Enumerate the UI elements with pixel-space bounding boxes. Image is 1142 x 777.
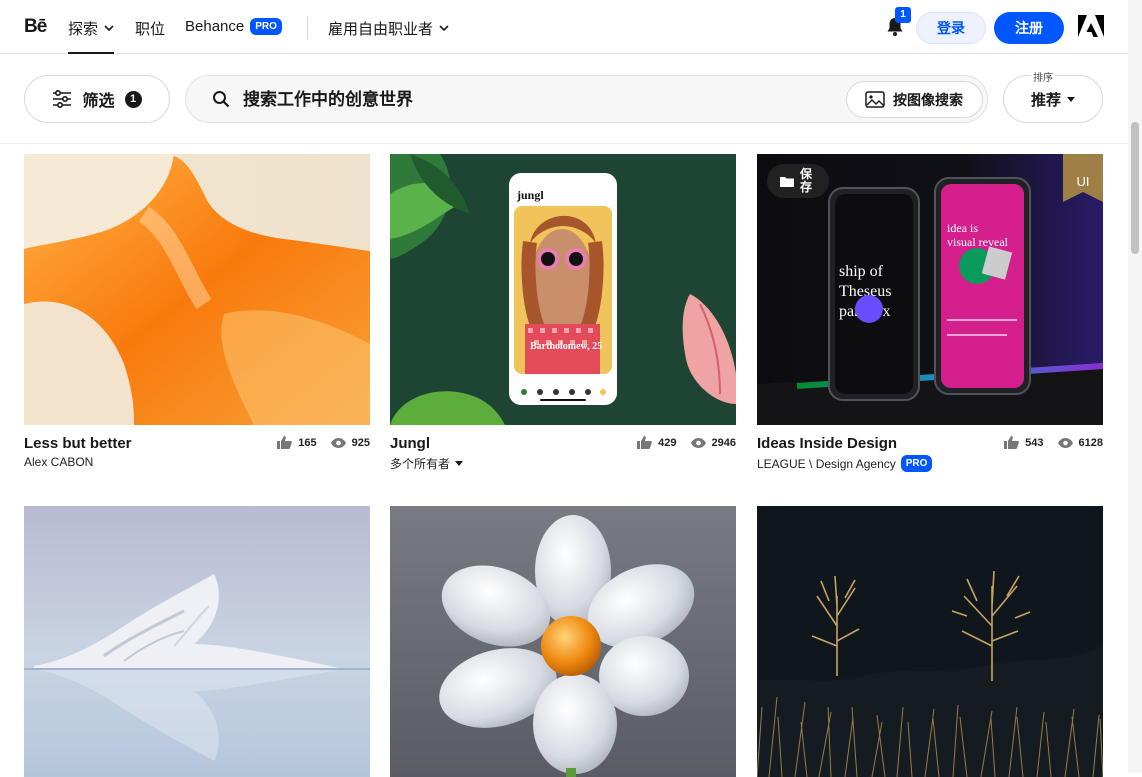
eye-icon	[1057, 437, 1073, 448]
owner-name: Alex CABON	[24, 455, 94, 469]
sliders-icon	[53, 90, 72, 108]
nav-behance-pro[interactable]: Behance PRO	[185, 18, 282, 35]
project-stats: 429 2946	[637, 436, 736, 449]
nav-hire-label: 雇用自由职业者	[328, 21, 434, 38]
phone-brand: jungl	[516, 188, 544, 202]
nav-jobs[interactable]: 职位	[135, 18, 165, 39]
filter-button[interactable]: 筛选 1	[24, 75, 170, 123]
project-stats: 543 6128	[1004, 436, 1103, 449]
adobe-logo-icon[interactable]	[1078, 15, 1104, 37]
notification-badge: 1	[895, 7, 911, 23]
project-stats: 165 925	[277, 436, 370, 449]
caret-down-icon	[1067, 96, 1075, 102]
owner-name: 多个所有者	[390, 457, 451, 471]
view-count: 2946	[711, 436, 736, 449]
owner-name: LEAGUE \ Design Agency	[757, 456, 896, 471]
login-button[interactable]: 登录	[916, 12, 986, 44]
nav-behance-label: Behance	[185, 18, 245, 35]
project-thumbnail[interactable]	[24, 154, 370, 425]
project-owner[interactable]: LEAGUE \ Design Agency PRO	[757, 455, 933, 472]
phone-text-right: idea is	[947, 221, 978, 235]
project-card[interactable]	[757, 506, 1103, 777]
svg-text:visual reveal: visual reveal	[947, 235, 1009, 249]
view-count: 6128	[1078, 436, 1103, 449]
chevron-down-icon	[439, 25, 449, 32]
project-thumbnail[interactable]	[390, 506, 736, 777]
project-card[interactable]	[24, 506, 370, 777]
thumbs-up-icon	[637, 436, 653, 449]
project-title[interactable]: Jungl	[390, 435, 430, 452]
eye-icon	[690, 437, 706, 448]
iceberg-image	[24, 506, 370, 777]
top-nav: Bē 探索 职位 Behance PRO 雇用自由职业者 1 登录 注册	[0, 0, 1128, 54]
nav-explore[interactable]: 探索	[68, 18, 115, 54]
dry-trees-image	[757, 506, 1103, 777]
nav-hire-freelancers[interactable]: 雇用自由职业者	[328, 18, 449, 39]
thumbs-up-icon	[277, 436, 293, 449]
inflatable-flower-image	[390, 506, 736, 777]
filter-count-badge: 1	[124, 90, 142, 108]
pro-badge: PRO	[250, 18, 282, 35]
phone-text-left: ship of	[839, 263, 884, 280]
nav-explore-label: 探索	[68, 21, 99, 38]
project-owners-dropdown[interactable]: 多个所有者	[390, 455, 464, 472]
ui-tag-label: UI	[1077, 174, 1090, 189]
save-label: 保存	[800, 167, 813, 194]
project-thumbnail[interactable]	[24, 506, 370, 777]
page-scrollbar[interactable]	[1128, 0, 1142, 773]
caret-down-icon	[455, 461, 464, 466]
view-count: 925	[351, 436, 370, 449]
signup-button[interactable]: 注册	[994, 12, 1064, 44]
like-count: 543	[1025, 436, 1044, 449]
project-owner[interactable]: Alex CABON	[24, 455, 93, 469]
nav-divider	[307, 17, 308, 39]
pro-badge: PRO	[900, 455, 933, 472]
thumbs-up-icon	[1004, 436, 1020, 449]
project-thumbnail[interactable]	[757, 506, 1103, 777]
phone-caption: Bartholomew, 25	[530, 341, 602, 352]
image-icon	[865, 91, 885, 108]
like-count: 429	[658, 436, 677, 449]
header-divider	[0, 143, 1128, 144]
image-search-button[interactable]: 按图像搜索	[846, 81, 983, 118]
project-card[interactable]: Less but better Alex CABON 165 925	[24, 154, 370, 473]
eye-icon	[330, 437, 346, 448]
abstract-orange-image	[24, 154, 370, 425]
scrollbar-thumb[interactable]	[1131, 122, 1139, 254]
phone-mockup-image: jungl Bartholomew, 25	[390, 154, 736, 425]
image-search-label: 按图像搜索	[893, 91, 963, 108]
save-button[interactable]: 保存	[767, 164, 829, 198]
search-bar: 按图像搜索	[185, 75, 988, 123]
project-title[interactable]: Ideas Inside Design	[757, 435, 897, 452]
sort-value: 推荐	[1030, 91, 1061, 109]
behance-logo[interactable]: Bē	[24, 16, 47, 38]
chevron-down-icon	[104, 25, 114, 32]
search-input[interactable]	[243, 88, 803, 112]
project-card[interactable]	[390, 506, 736, 777]
like-count: 165	[298, 436, 317, 449]
filter-label: 筛选	[82, 93, 115, 110]
sort-label: 排序	[1031, 69, 1055, 84]
project-card[interactable]: ship of Theseus paradox idea is visual r…	[757, 154, 1103, 473]
search-icon	[213, 91, 230, 108]
folder-icon	[780, 176, 794, 187]
project-thumbnail[interactable]: ship of Theseus paradox idea is visual r…	[757, 154, 1103, 425]
ui-tag-icon: UI	[1063, 154, 1103, 202]
project-title[interactable]: Less but better	[24, 435, 132, 452]
project-card[interactable]: jungl Bartholomew, 25 Jungl 多个所有者 429 29…	[390, 154, 736, 473]
project-thumbnail[interactable]: jungl Bartholomew, 25	[390, 154, 736, 425]
